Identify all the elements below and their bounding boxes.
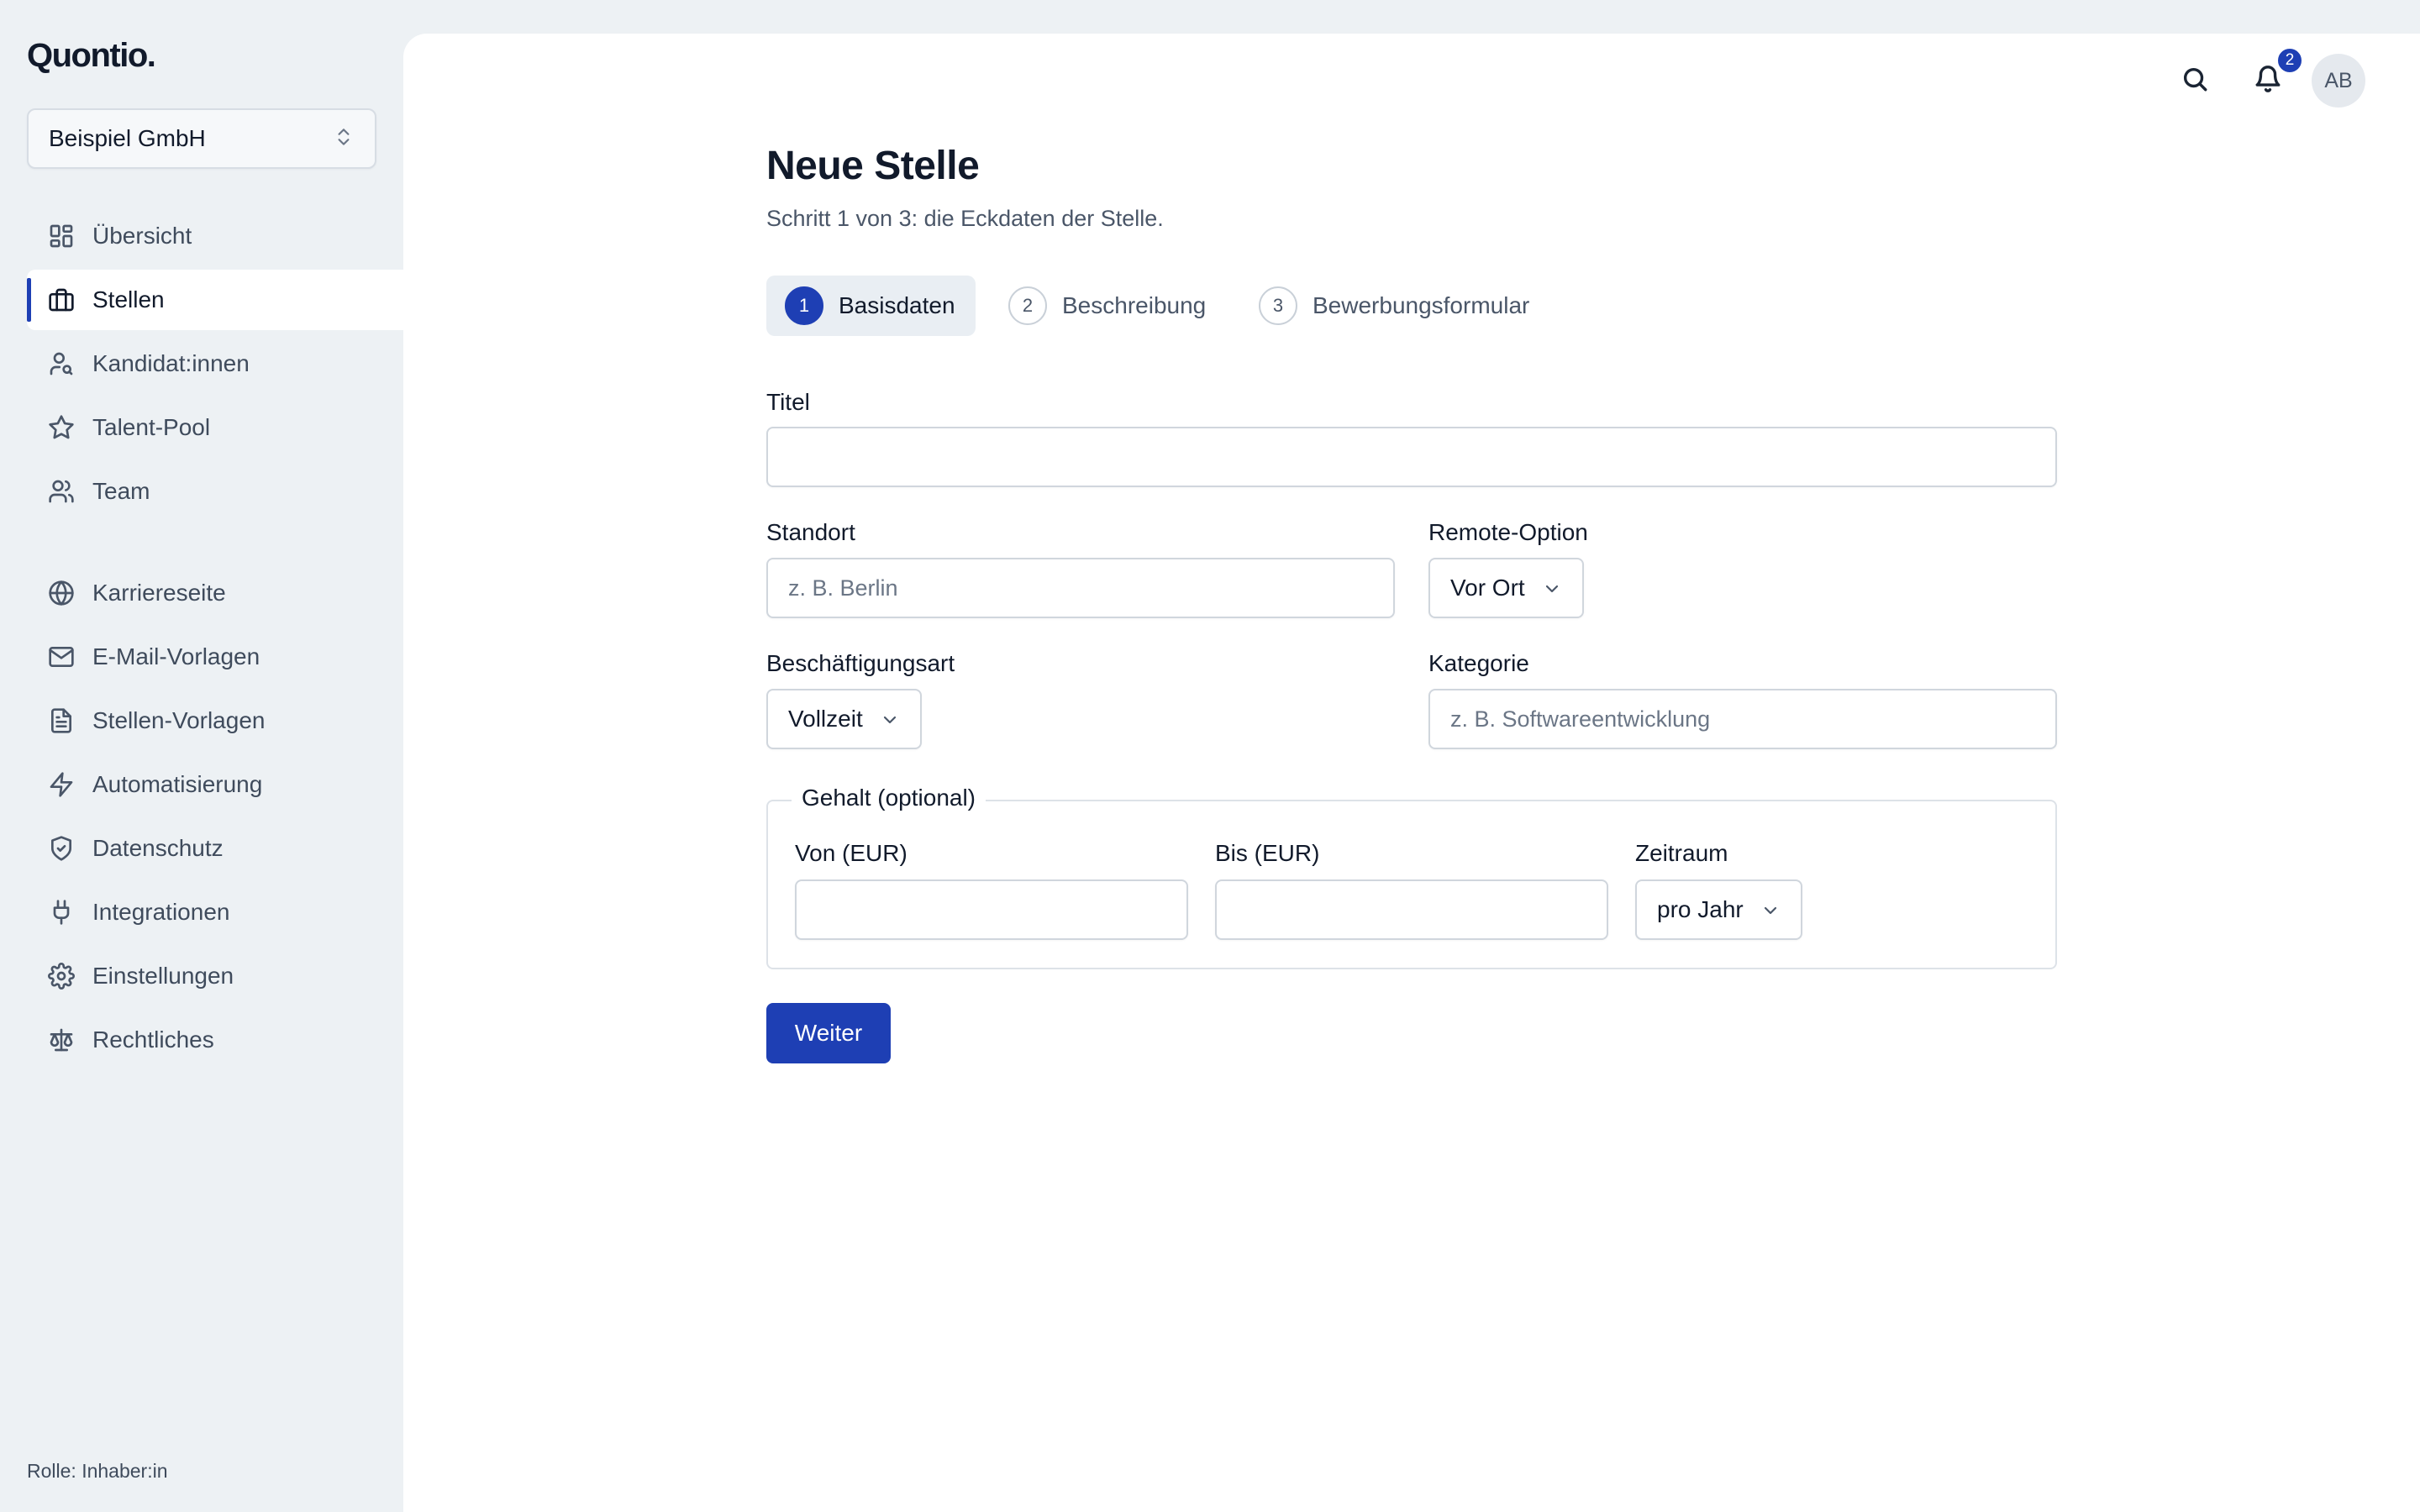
remote-option-label: Remote-Option <box>1428 519 1588 545</box>
salary-to-input[interactable] <box>1215 879 1608 940</box>
app-logo[interactable]: Quontio. <box>27 37 156 75</box>
search-button[interactable] <box>2176 62 2213 99</box>
lightning-icon <box>47 770 76 799</box>
avatar[interactable]: AB <box>2312 54 2365 108</box>
step-basisdaten[interactable]: 1 Basisdaten <box>766 276 976 336</box>
step-number: 2 <box>1008 286 1047 325</box>
step-label: Beschreibung <box>1062 292 1207 318</box>
step-number: 3 <box>1259 286 1297 325</box>
sidebar-item-label: Talent-Pool <box>92 414 211 440</box>
title-label: Titel <box>766 389 810 415</box>
sidebar-item-email-vorlagen[interactable]: E-Mail-Vorlagen <box>27 627 403 687</box>
remote-option-select[interactable]: Vor Ort <box>1428 558 1584 618</box>
page-subtitle: Schritt 1 von 3: die Eckdaten der Stelle… <box>766 206 1164 231</box>
mail-icon <box>47 643 76 671</box>
step-label: Bewerbungsformular <box>1313 292 1530 318</box>
briefcase-icon <box>47 286 76 314</box>
employment-type-select[interactable]: Vollzeit <box>766 689 922 749</box>
chevron-down-icon <box>880 709 900 729</box>
employment-type-value: Vollzeit <box>788 706 863 732</box>
sidebar-item-uebersicht[interactable]: Übersicht <box>27 206 403 266</box>
organization-name: Beispiel GmbH <box>49 125 206 151</box>
location-input[interactable] <box>766 558 1395 618</box>
scale-icon <box>47 1026 76 1054</box>
salary-from-input[interactable] <box>795 879 1188 940</box>
sidebar-item-label: Datenschutz <box>92 835 224 861</box>
sidebar-item-einstellungen[interactable]: Einstellungen <box>27 946 403 1006</box>
plug-icon <box>47 898 76 927</box>
sidebar-item-talent-pool[interactable]: Talent-Pool <box>27 397 403 458</box>
sidebar: Quontio. Beispiel GmbH Übersicht Stellen… <box>0 0 403 1512</box>
location-label: Standort <box>766 519 855 545</box>
sidebar-item-label: Team <box>92 478 150 504</box>
chevron-down-icon <box>1542 578 1562 598</box>
chevron-down-icon <box>1760 900 1781 920</box>
sidebar-item-integrationen[interactable]: Integrationen <box>27 882 403 942</box>
dashboard-icon <box>47 222 76 250</box>
salary-to-label: Bis (EUR) <box>1215 840 1320 866</box>
sidebar-item-label: Stellen-Vorlagen <box>92 707 266 733</box>
period-value: pro Jahr <box>1657 896 1744 922</box>
sidebar-item-label: E-Mail-Vorlagen <box>92 643 260 669</box>
sidebar-item-kandidatinnen[interactable]: Kandidat:innen <box>27 333 403 394</box>
period-select[interactable]: pro Jahr <box>1635 879 1802 940</box>
sidebar-item-stellen[interactable]: Stellen <box>27 270 403 330</box>
user-role-label: Rolle: Inhaber:in <box>27 1460 168 1482</box>
salary-legend: Gehalt (optional) <box>792 785 986 811</box>
step-beschreibung[interactable]: 2 Beschreibung <box>1008 276 1206 336</box>
sidebar-item-karriereseite[interactable]: Karriereseite <box>27 563 403 623</box>
sidebar-item-label: Übersicht <box>92 223 192 249</box>
sidebar-item-label: Kandidat:innen <box>92 350 250 376</box>
users-icon <box>47 477 76 506</box>
title-input[interactable] <box>766 427 2057 487</box>
globe-icon <box>47 579 76 607</box>
step-label: Basisdaten <box>839 292 955 318</box>
employment-type-label: Beschäftigungsart <box>766 650 955 676</box>
main-panel <box>403 34 2420 1512</box>
sidebar-item-label: Stellen <box>92 286 165 312</box>
category-label: Kategorie <box>1428 650 1529 676</box>
sidebar-item-datenschutz[interactable]: Datenschutz <box>27 818 403 879</box>
bell-icon <box>2254 65 2282 97</box>
step-number: 1 <box>785 286 823 325</box>
gear-icon <box>47 962 76 990</box>
chevron-up-down-icon <box>333 126 355 152</box>
sidebar-item-team[interactable]: Team <box>27 461 403 522</box>
sidebar-item-automatisierung[interactable]: Automatisierung <box>27 754 403 815</box>
star-icon <box>47 413 76 442</box>
sidebar-item-label: Integrationen <box>92 899 230 925</box>
notification-count-badge: 2 <box>2276 47 2303 74</box>
page-title: Neue Stelle <box>766 144 980 188</box>
step-bewerbungsformular[interactable]: 3 Bewerbungsformular <box>1259 276 1529 336</box>
sidebar-item-stellen-vorlagen[interactable]: Stellen-Vorlagen <box>27 690 403 751</box>
sidebar-item-label: Automatisierung <box>92 771 263 797</box>
period-label: Zeitraum <box>1635 840 1728 866</box>
salary-from-label: Von (EUR) <box>795 840 908 866</box>
user-search-icon <box>47 349 76 378</box>
document-icon <box>47 706 76 735</box>
remote-option-value: Vor Ort <box>1450 575 1525 601</box>
search-icon <box>2181 65 2209 97</box>
category-input[interactable] <box>1428 689 2057 749</box>
sidebar-item-rechtliches[interactable]: Rechtliches <box>27 1010 403 1070</box>
sidebar-item-label: Karriereseite <box>92 580 226 606</box>
shield-check-icon <box>47 834 76 863</box>
sidebar-item-label: Rechtliches <box>92 1026 214 1053</box>
sidebar-item-label: Einstellungen <box>92 963 234 989</box>
next-button[interactable]: Weiter <box>766 1003 891 1063</box>
organization-switcher[interactable]: Beispiel GmbH <box>27 108 376 169</box>
